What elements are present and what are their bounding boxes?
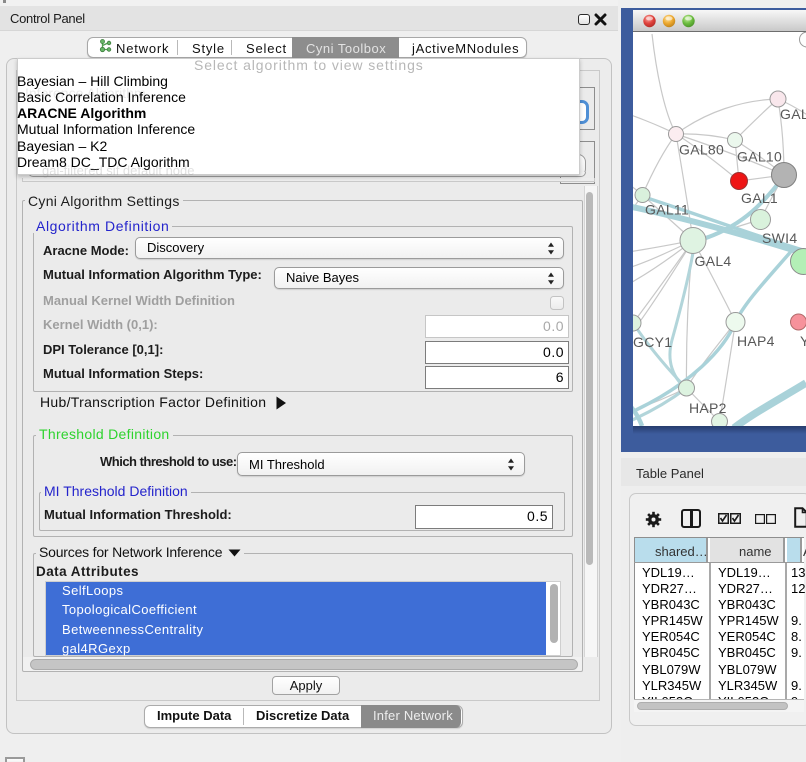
svg-text:HAP4: HAP4 — [737, 333, 775, 349]
svg-text:SWI4: SWI4 — [762, 230, 797, 246]
svg-text:GAL4: GAL4 — [695, 253, 732, 269]
svg-text:GAL2: GAL2 — [780, 106, 806, 122]
svg-text:GAL10: GAL10 — [737, 149, 782, 165]
svg-text:GAL11: GAL11 — [645, 202, 689, 218]
svg-text:HAP2: HAP2 — [689, 400, 727, 416]
svg-text:YB: YB — [800, 333, 806, 349]
svg-text:GAL80: GAL80 — [679, 142, 724, 158]
svg-text:GAL1: GAL1 — [741, 190, 778, 206]
svg-text:GCY1: GCY1 — [633, 334, 672, 350]
